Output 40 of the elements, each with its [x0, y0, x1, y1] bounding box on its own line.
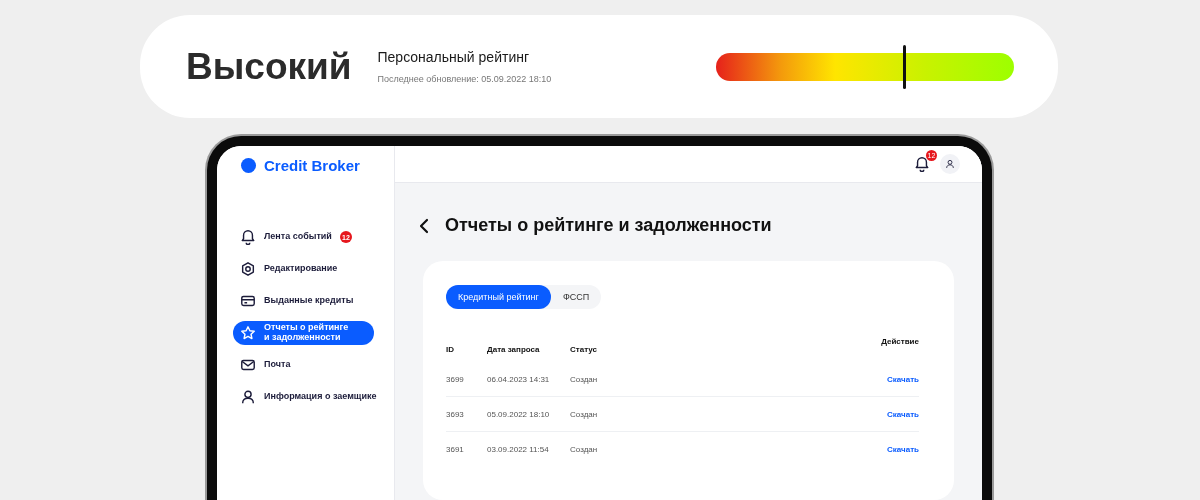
table-cell: 06.04.2023 14:31: [487, 374, 550, 384]
table-cell: Создан: [570, 444, 598, 454]
page-title: Отчеты о рейтинге и задолженности: [445, 215, 772, 236]
bell-icon: [240, 229, 256, 245]
back-button[interactable]: [417, 216, 431, 235]
gear-icon: [240, 261, 256, 277]
table-cell: 3691: [446, 444, 464, 454]
download-link[interactable]: Скачать: [887, 409, 919, 419]
download-link[interactable]: Скачать: [887, 444, 919, 454]
rating-title: Персональный рейтинг: [377, 49, 531, 65]
table-cell: 03.09.2022 11:54: [487, 444, 549, 454]
column-header: Действие: [881, 337, 919, 346]
rating-value: Высокий: [186, 45, 352, 88]
sidebar-item[interactable]: Редактирование: [233, 257, 374, 281]
tab[interactable]: Кредитный рейтинг: [446, 285, 551, 309]
chevron-left-icon: [417, 216, 431, 235]
sidebar-item[interactable]: Почта: [233, 353, 374, 377]
card-icon: [240, 293, 256, 309]
sidebar-item[interactable]: Отчеты о рейтинге и задолженности: [233, 321, 374, 345]
bell-icon[interactable]: [914, 156, 930, 172]
table-cell: Создан: [570, 374, 598, 384]
table-cell: Создан: [570, 409, 598, 419]
logo-dot-icon: [241, 157, 256, 173]
column-header: ID: [446, 345, 454, 354]
last-update-text: Последнее обновление: 05.09.2022 18:10: [377, 74, 552, 84]
tab[interactable]: ФССП: [550, 285, 602, 309]
sidebar-item[interactable]: Выданные кредиты: [233, 289, 374, 313]
sidebar-item[interactable]: Информация о заемщике: [233, 385, 374, 409]
download-link[interactable]: Скачать: [887, 374, 919, 384]
column-header: Дата запроса: [487, 345, 540, 354]
table-cell: 3699: [446, 374, 464, 384]
logo-text: Credit Broker: [264, 156, 360, 174]
table-cell: 05.09.2022 18:10: [487, 409, 550, 419]
profile-button[interactable]: [940, 154, 960, 174]
user-icon: [945, 159, 955, 169]
table-cell: 3693: [446, 409, 464, 419]
column-header: Статус: [570, 345, 597, 354]
user-icon: [240, 389, 256, 405]
envelope-icon: [240, 357, 256, 373]
star-icon: [240, 325, 256, 341]
